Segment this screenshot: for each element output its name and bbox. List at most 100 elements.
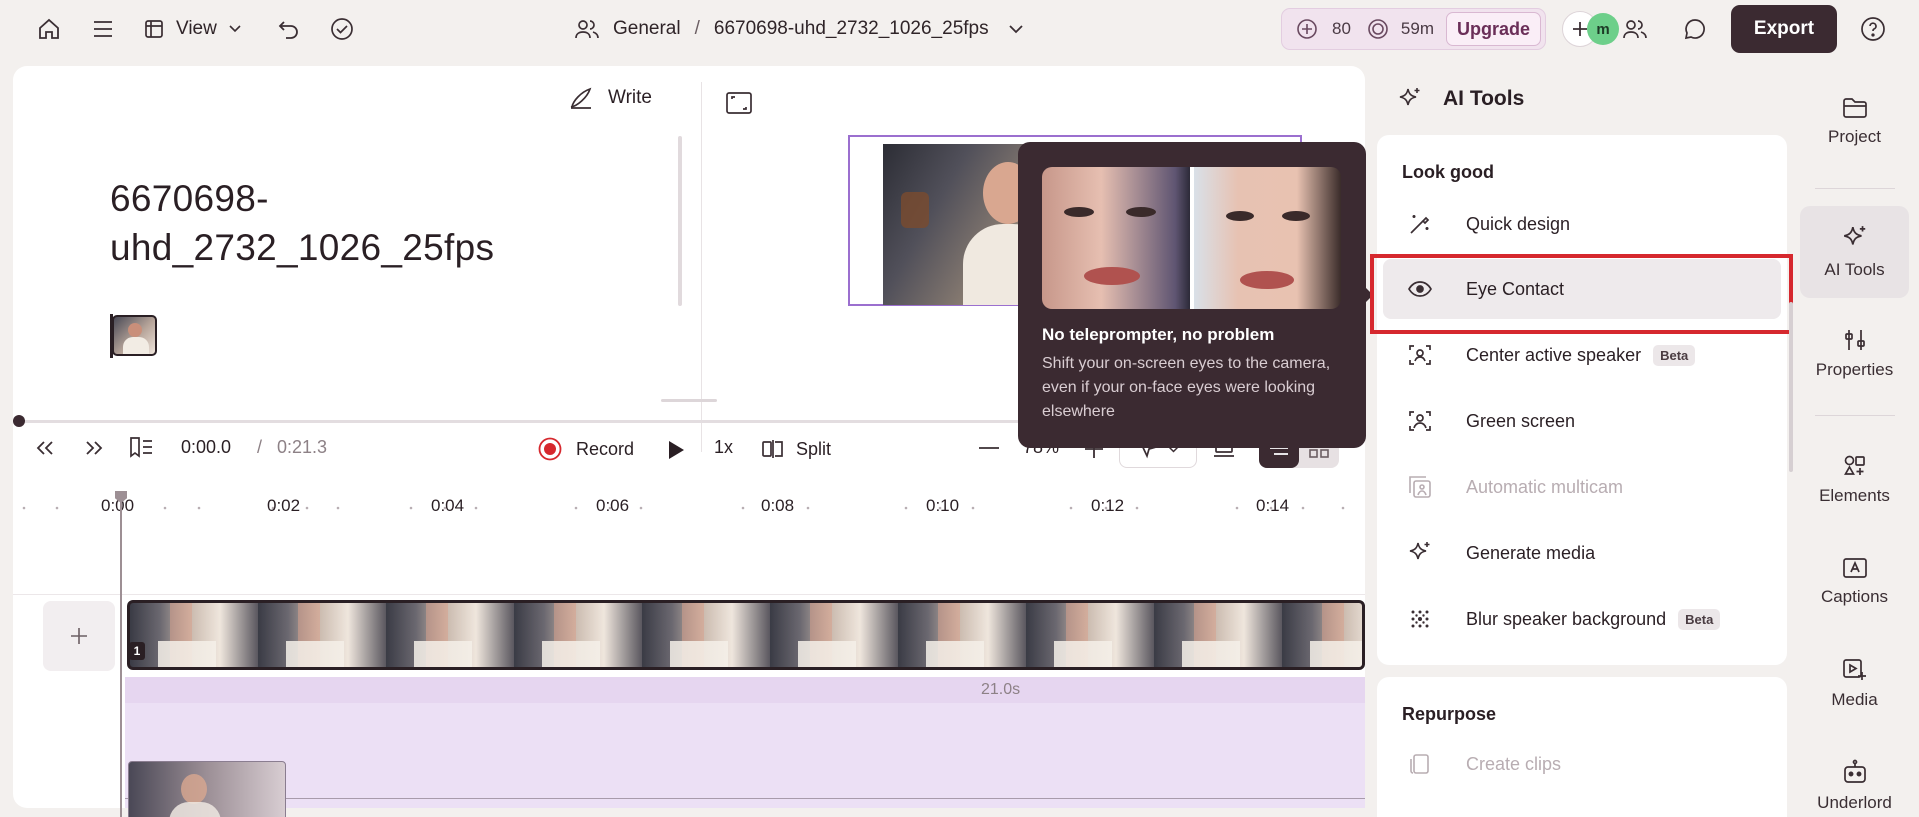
rail-item-properties[interactable]: Properties	[1800, 308, 1909, 400]
ai-tool-label: Quick design	[1466, 213, 1571, 234]
playhead[interactable]	[120, 491, 122, 817]
ai-tool-create-clips[interactable]: Create clips	[1383, 734, 1781, 794]
menu-icon[interactable]	[86, 12, 120, 46]
play-icon[interactable]	[667, 440, 685, 465]
split-button[interactable]: Split	[762, 432, 831, 466]
pane-divider[interactable]	[701, 82, 702, 452]
folder-icon	[1842, 97, 1868, 119]
skip-forward-icon[interactable]	[84, 440, 104, 461]
export-button[interactable]: Export	[1731, 5, 1837, 53]
video-track-clip[interactable]	[127, 600, 1365, 670]
comment-icon[interactable]	[1678, 12, 1712, 46]
help-icon[interactable]	[1856, 12, 1890, 46]
ruler-tick: 0:08	[761, 496, 795, 515]
multicam-icon	[1400, 475, 1440, 499]
rail-label: Underlord	[1817, 793, 1892, 812]
robot-icon	[1842, 759, 1868, 785]
saved-check-icon[interactable]	[325, 12, 359, 46]
record-icon	[538, 437, 562, 461]
rail-label: Media	[1831, 690, 1878, 709]
ruler-tick: 0:02	[267, 496, 301, 515]
home-icon[interactable]	[32, 12, 66, 46]
breadcrumb: General / 6670698-uhd_2732_1026_25fps	[575, 12, 1035, 46]
breadcrumb-workspace[interactable]: General	[613, 18, 681, 40]
add-track-button[interactable]	[43, 601, 115, 671]
beta-badge: Beta	[1678, 608, 1721, 630]
track-number: 1	[129, 642, 145, 660]
rail-item-project[interactable]: Project	[1800, 76, 1909, 168]
section-heading: Look good	[1402, 162, 1494, 182]
timeline-tracks: 1 21.0s	[13, 526, 1365, 817]
document-title[interactable]: 6670698- uhd_2732_1026_25fps	[110, 174, 494, 272]
document-title-line2: uhd_2732_1026_25fps	[110, 227, 495, 268]
rail-item-elements[interactable]: Elements	[1800, 434, 1909, 526]
timeline-ruler[interactable]: 0:00 0:02 0:04 0:06 0:08 0:10 0:12 0:14	[13, 490, 1365, 530]
write-label: Write	[608, 87, 652, 108]
usage-pill: 80 59m Upgrade	[1281, 8, 1546, 50]
view-menu-button[interactable]: View	[144, 12, 254, 46]
rail-item-underlord[interactable]: Underlord	[1800, 740, 1909, 817]
ruler-tick: 0:04	[431, 496, 465, 515]
ai-tool-generate-media[interactable]: Generate media	[1383, 523, 1781, 583]
record-button[interactable]: Record	[538, 432, 634, 466]
credits-icon	[1296, 18, 1318, 40]
ai-tool-label: Blur speaker background	[1466, 608, 1667, 629]
resize-handle[interactable]	[661, 399, 717, 402]
sparkle-icon	[1400, 540, 1440, 566]
duration-label: 21.0s	[981, 681, 1021, 698]
skip-back-icon[interactable]	[35, 440, 55, 461]
users-icon	[575, 19, 599, 39]
layout-icon	[144, 19, 164, 39]
timer-icon	[1367, 18, 1389, 40]
script-pane: Write 6670698- uhd_2732_1026_25fps	[13, 66, 689, 396]
chevron-down-icon	[229, 25, 241, 33]
write-button[interactable]: Write	[568, 86, 652, 110]
ruler-tick: 0:10	[926, 496, 960, 515]
script-scrollbar[interactable]	[678, 136, 682, 306]
green-screen-icon	[1400, 409, 1440, 433]
eye-contact-preview-image	[1042, 167, 1341, 309]
speed-button[interactable]: 1x	[714, 437, 733, 458]
avatar[interactable]: m	[1587, 13, 1619, 45]
media-clip-thumbnail[interactable]	[128, 761, 286, 817]
bookmark-list-icon[interactable]	[128, 436, 154, 463]
ai-panel-header: AI Tools	[1397, 86, 1524, 112]
ai-tool-label: Create clips	[1466, 753, 1562, 774]
clip-thumbnail[interactable]	[112, 315, 157, 356]
undo-icon[interactable]	[272, 12, 306, 46]
rail-label: Project	[1828, 127, 1881, 146]
repurpose-section: Repurpose Create clips	[1377, 677, 1787, 817]
quill-icon	[568, 86, 594, 110]
beta-badge: Beta	[1653, 344, 1696, 366]
breadcrumb-separator: /	[694, 18, 700, 39]
ai-tool-center-active-speaker[interactable]: Center active speaker Beta	[1383, 325, 1781, 385]
blur-icon	[1400, 608, 1440, 630]
share-users-icon[interactable]	[1618, 12, 1652, 46]
wand-icon	[1400, 212, 1440, 236]
sparkle-icon	[1397, 86, 1423, 112]
rail-item-media[interactable]: Media	[1800, 638, 1909, 730]
chevron-down-icon[interactable]	[1008, 24, 1023, 34]
center-speaker-icon	[1400, 343, 1440, 367]
highlight-box	[1370, 254, 1793, 334]
split-icon	[762, 439, 784, 459]
tooltip-description: Shift your on-screen eyes to the camera,…	[1042, 355, 1331, 420]
elements-icon	[1843, 454, 1867, 478]
credits-count: 80	[1332, 19, 1351, 38]
right-rail: Project AI Tools Properties Elements Cap…	[1800, 66, 1919, 817]
ruler-tick: 0:06	[596, 496, 630, 515]
ai-panel-scrollbar[interactable]	[1789, 302, 1793, 472]
ai-tool-automatic-multicam[interactable]: Automatic multicam	[1383, 457, 1781, 517]
rail-item-ai-tools[interactable]: AI Tools	[1800, 206, 1909, 298]
zoom-out-icon[interactable]	[978, 440, 1000, 461]
fullscreen-icon[interactable]	[726, 92, 752, 119]
tooltip-title: No teleprompter, no problem	[1042, 325, 1275, 344]
ai-tool-green-screen[interactable]: Green screen	[1383, 391, 1781, 451]
project-name[interactable]: 6670698-uhd_2732_1026_25fps	[714, 18, 989, 40]
ruler-tick: 0:14	[1256, 496, 1290, 515]
ai-tool-label: Green screen	[1466, 410, 1576, 431]
rail-item-captions[interactable]: Captions	[1800, 536, 1909, 628]
upgrade-button[interactable]: Upgrade	[1446, 12, 1542, 46]
ai-tool-quick-design[interactable]: Quick design	[1383, 194, 1781, 254]
ai-tool-blur-speaker-background[interactable]: Blur speaker background Beta	[1383, 589, 1781, 649]
